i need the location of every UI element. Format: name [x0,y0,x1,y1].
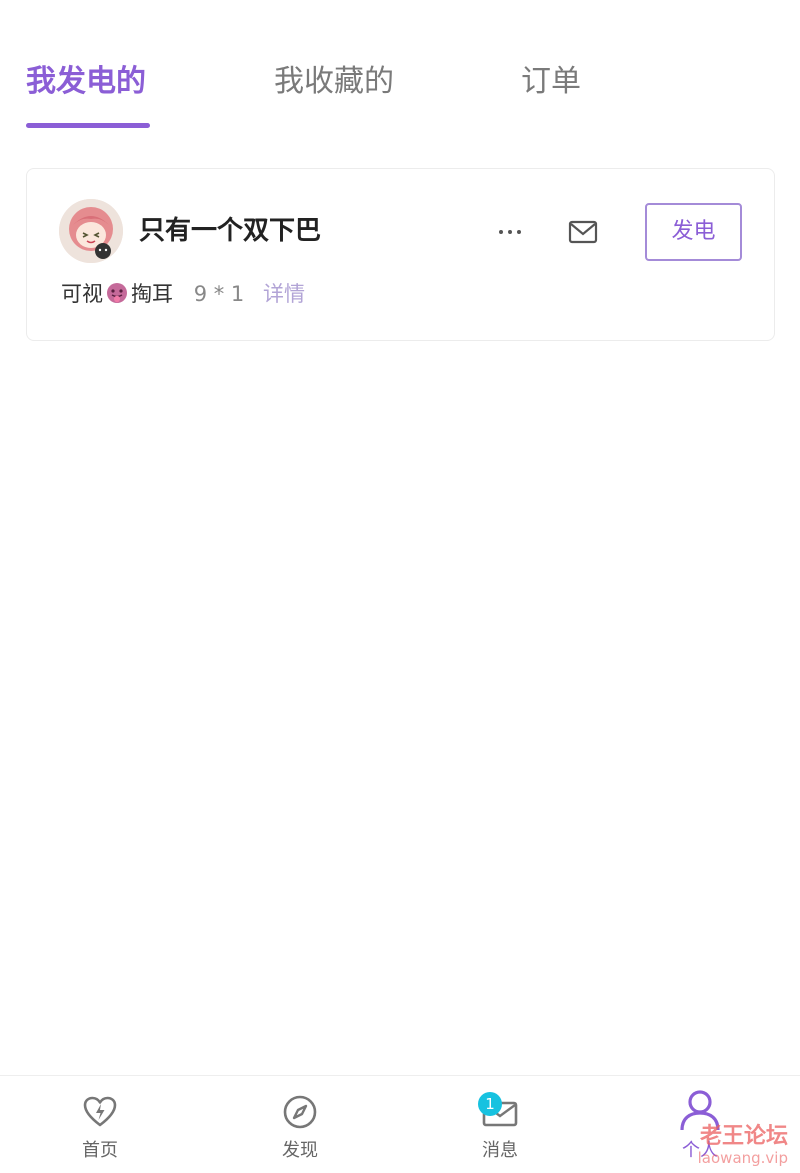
tab-my-charged[interactable]: 我发电的 [26,60,146,104]
nav-home[interactable]: 首页 [20,1076,180,1173]
nav-discover[interactable]: 发现 [220,1076,380,1173]
nav-profile[interactable]: 个人 [620,1076,780,1173]
reward-desc-prefix: 可视 [61,282,103,306]
active-tab-indicator [26,123,150,128]
nav-messages[interactable]: 1 消息 [420,1076,580,1173]
avatar[interactable] [59,199,123,263]
person-icon [678,1088,722,1132]
tab-orders[interactable]: 订单 [521,60,581,104]
reward-quantity: 9 * 1 [193,282,245,306]
tab-my-favorites[interactable]: 我收藏的 [274,60,394,104]
tongue-emoji-icon [105,281,129,305]
unread-badge: 1 [478,1092,502,1116]
nav-home-label: 首页 [82,1140,118,1161]
detail-link[interactable]: 详情 [263,282,305,306]
tab-bar: 我发电的 我收藏的 订单 [0,0,800,130]
reward-line: 可视 掏耳 9 * 1 详情 [61,277,305,311]
heart-bolt-icon [82,1094,118,1130]
reward-desc-suffix: 掏耳 [131,282,173,306]
creator-card: 只有一个双下巴 发电 可视 掏耳 9 * 1 详情 [26,168,775,341]
nav-profile-label: 个人 [682,1140,718,1161]
compass-icon [282,1094,318,1130]
more-icon[interactable] [495,217,525,247]
creator-name[interactable]: 只有一个双下巴 [139,213,321,249]
nav-messages-label: 消息 [482,1140,518,1161]
bottom-nav: 首页 发现 1 消息 个人 [0,1075,800,1173]
charge-button[interactable]: 发电 [645,203,742,261]
mail-icon[interactable] [567,217,599,247]
nav-discover-label: 发现 [282,1140,318,1161]
